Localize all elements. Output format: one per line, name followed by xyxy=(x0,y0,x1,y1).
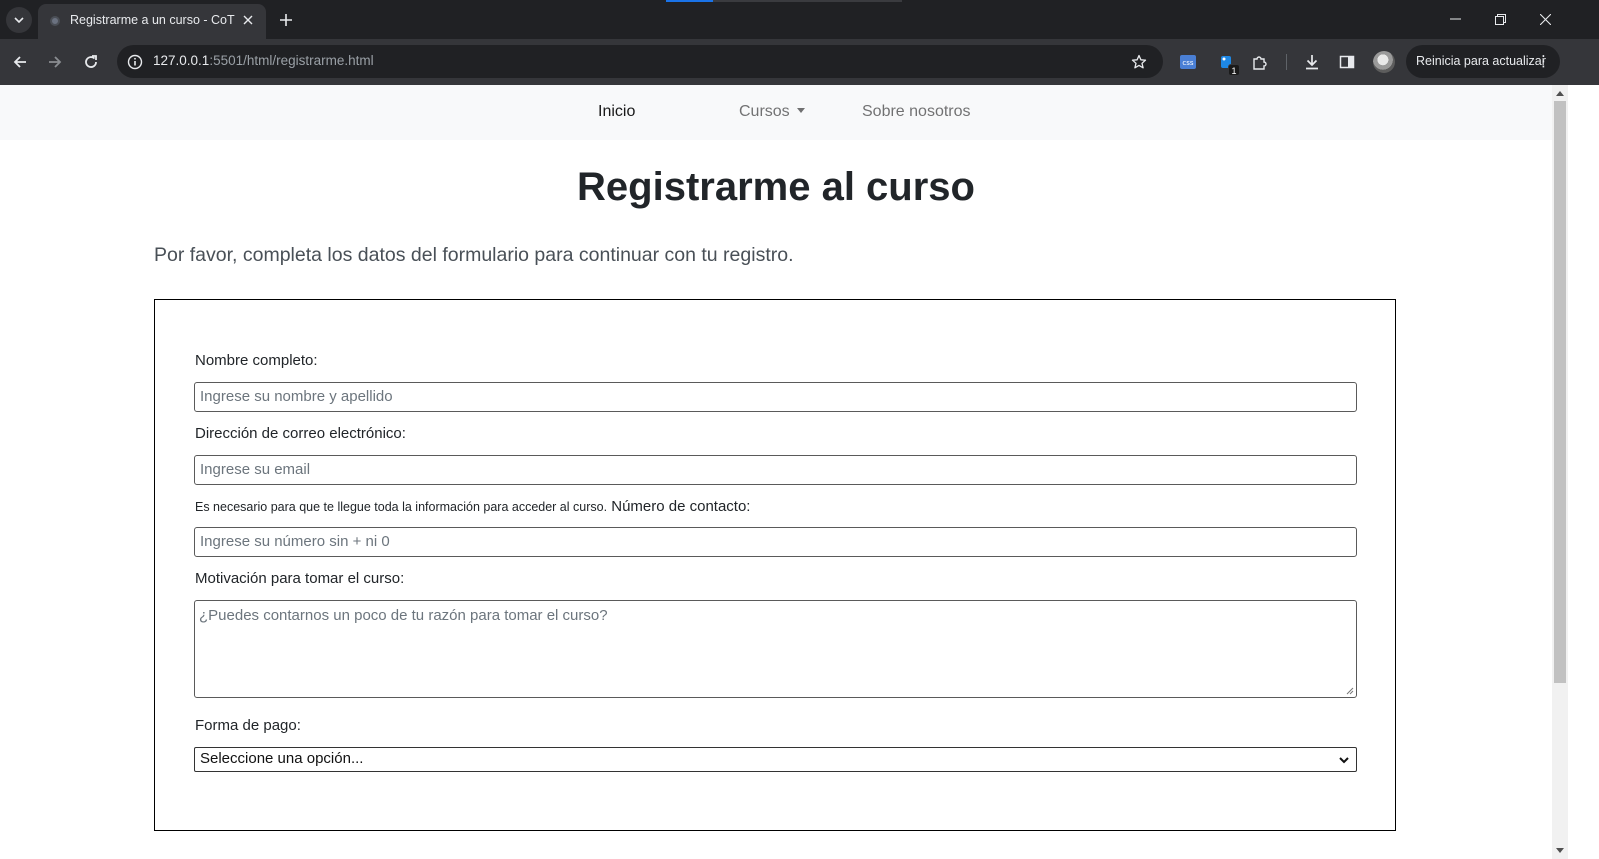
page-title: Registrarme al curso xyxy=(577,165,975,209)
star-icon[interactable] xyxy=(1127,50,1151,74)
name-label: Nombre completo: xyxy=(195,352,318,369)
motivation-textarea[interactable]: ¿Puedes contarnos un poco de tu razón pa… xyxy=(194,600,1357,698)
payment-label: Forma de pago: xyxy=(195,717,301,734)
browser-toolbar: 127.0.0.1:5501/html/registrarme.html css… xyxy=(0,39,1599,85)
payment-select[interactable]: Seleccione una opción... xyxy=(194,747,1357,772)
phone-input[interactable]: Ingrese su número sin + ni 0 xyxy=(194,527,1357,557)
download-icon[interactable] xyxy=(1299,49,1325,75)
resize-handle-icon[interactable] xyxy=(1346,687,1354,695)
page-scrollbar[interactable] xyxy=(1552,85,1568,859)
nav-link-inicio[interactable]: Inicio xyxy=(598,103,635,121)
motivation-label: Motivación para tomar el curso: xyxy=(195,570,405,587)
email-help-row: Es necesario para que te llegue toda la … xyxy=(195,498,750,515)
toolbar-divider xyxy=(1286,54,1287,70)
side-panel-icon[interactable] xyxy=(1334,49,1360,75)
favicon-icon xyxy=(50,16,60,26)
restore-icon[interactable] xyxy=(1485,6,1515,32)
browser-tab-strip: Registrarme a un curso - CoT xyxy=(0,0,1599,39)
tab-title: Registrarme a un curso - CoT xyxy=(70,13,235,27)
caret-down-icon xyxy=(796,108,805,113)
close-window-icon[interactable] xyxy=(1530,6,1560,32)
close-icon[interactable] xyxy=(238,10,258,30)
extension-icon[interactable]: 1 xyxy=(1213,49,1240,76)
plus-icon[interactable] xyxy=(274,8,298,32)
site-info-icon[interactable] xyxy=(123,50,147,74)
payment-selected-value: Seleccione una opción... xyxy=(200,750,364,767)
url-host: 127.0.0.1 xyxy=(153,53,210,68)
scroll-up-icon[interactable] xyxy=(1556,91,1564,96)
forward-arrow-icon[interactable] xyxy=(42,49,68,75)
name-input[interactable]: Ingrese su nombre y apellido xyxy=(194,382,1357,412)
phone-label: Número de contacto: xyxy=(611,498,751,515)
email-label: Dirección de correo electrónico: xyxy=(195,425,406,442)
nav-link-sobre-nosotros[interactable]: Sobre nosotros xyxy=(862,103,971,121)
registration-form: Nombre completo: Ingrese su nombre y ape… xyxy=(154,299,1396,831)
svg-text:css: css xyxy=(1182,59,1193,67)
site-navbar: Inicio Cursos Sobre nosotros xyxy=(0,85,1552,140)
reload-icon[interactable] xyxy=(78,49,104,75)
update-button-label: Reinicia para actualizar xyxy=(1416,54,1546,68)
update-button[interactable]: Reinicia para actualizar ⋮ xyxy=(1406,45,1560,78)
address-bar[interactable]: 127.0.0.1:5501/html/registrarme.html xyxy=(117,45,1163,78)
nav-link-cursos[interactable]: Cursos xyxy=(739,103,805,121)
scrollbar-thumb[interactable] xyxy=(1554,101,1566,683)
url-text[interactable]: 127.0.0.1:5501/html/registrarme.html xyxy=(153,53,374,68)
extension-badge: 1 xyxy=(1228,64,1240,76)
profile-avatar[interactable] xyxy=(1373,51,1395,73)
kebab-menu-icon[interactable]: ⋮ xyxy=(1536,45,1551,78)
page-viewport: Inicio Cursos Sobre nosotros Registrarme… xyxy=(0,85,1552,859)
nav-link-cursos-label: Cursos xyxy=(739,103,790,120)
loading-indicator xyxy=(666,0,902,2)
page-lead: Por favor, completa los datos del formul… xyxy=(154,244,794,266)
extension-icon[interactable]: css xyxy=(1175,49,1201,75)
window-edge xyxy=(1568,85,1599,859)
email-input[interactable]: Ingrese su email xyxy=(194,455,1357,485)
url-path: :5501/html/registrarme.html xyxy=(209,53,374,68)
browser-tab[interactable]: Registrarme a un curso - CoT xyxy=(38,4,266,39)
chevron-down-icon xyxy=(1339,757,1349,764)
puzzle-icon[interactable] xyxy=(1247,49,1273,75)
motivation-placeholder: ¿Puedes contarnos un poco de tu razón pa… xyxy=(199,607,608,624)
tab-search-icon[interactable] xyxy=(6,7,32,33)
scroll-down-icon[interactable] xyxy=(1556,848,1564,853)
email-help-text: Es necesario para que te llegue toda la … xyxy=(195,500,608,514)
minimize-icon[interactable] xyxy=(1440,6,1470,32)
back-arrow-icon[interactable] xyxy=(7,49,33,75)
